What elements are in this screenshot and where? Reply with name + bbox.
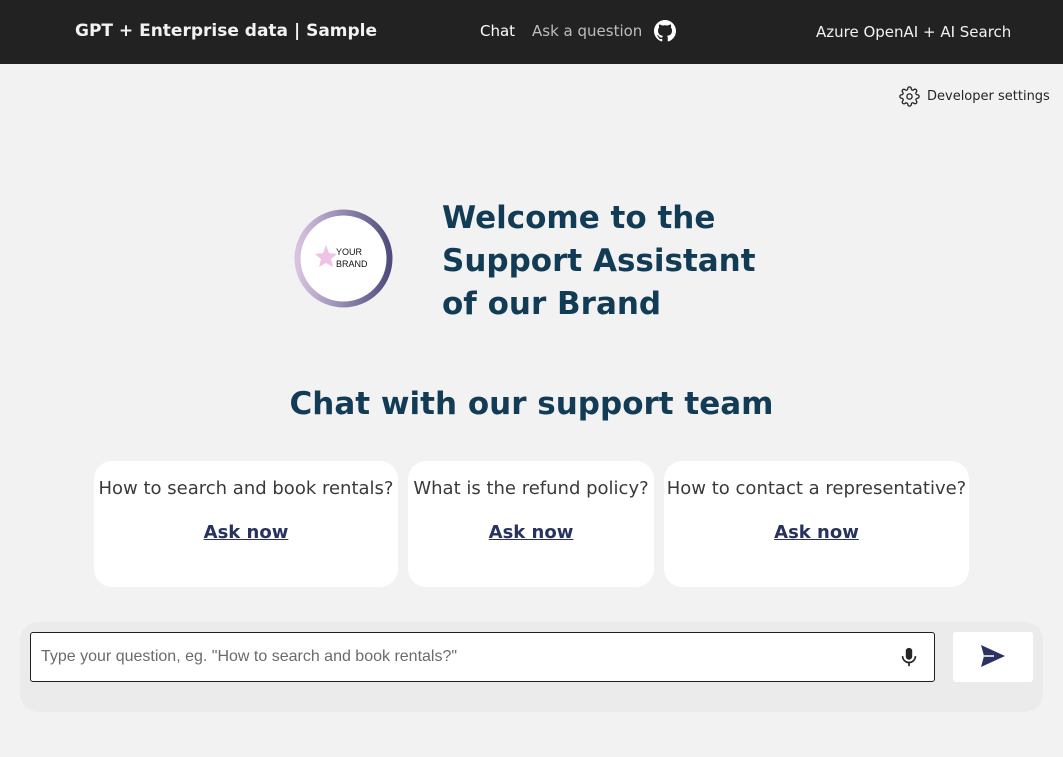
- example-card[interactable]: What is the refund policy? Ask now: [408, 461, 654, 587]
- logo-text-line1: YOUR: [336, 247, 363, 257]
- nav-ask-link[interactable]: Ask a question: [532, 22, 642, 40]
- ask-now-link[interactable]: Ask now: [204, 522, 289, 543]
- welcome-heading: Welcome to the Support Assistant of our …: [442, 200, 756, 322]
- chat-subtitle: Chat with our support team: [289, 386, 774, 422]
- brand-logo: YOUR BRAND: [294, 209, 393, 308]
- ask-now-link[interactable]: Ask now: [489, 522, 574, 543]
- gear-icon: [899, 85, 920, 107]
- send-button[interactable]: [953, 632, 1033, 682]
- top-navbar: GPT + Enterprise data | Sample Chat Ask …: [0, 0, 1063, 64]
- example-card[interactable]: How to search and book rentals? Ask now: [94, 461, 398, 587]
- microphone-icon[interactable]: [898, 645, 920, 669]
- header-right-text: Azure OpenAI + AI Search: [816, 23, 1012, 41]
- question-input[interactable]: [41, 641, 881, 673]
- developer-settings-label: Developer settings: [927, 88, 1050, 104]
- example-question: How to search and book rentals?: [98, 478, 394, 499]
- nav-chat-link[interactable]: Chat: [480, 22, 515, 40]
- github-icon[interactable]: [654, 20, 676, 42]
- developer-settings-button[interactable]: Developer settings: [899, 85, 1050, 107]
- question-input-container[interactable]: [30, 632, 935, 682]
- app-title[interactable]: GPT + Enterprise data | Sample: [75, 21, 377, 41]
- example-question: What is the refund policy?: [413, 478, 649, 499]
- ask-now-link[interactable]: Ask now: [774, 522, 859, 543]
- question-input-panel: [20, 622, 1043, 712]
- logo-text-line2: BRAND: [336, 259, 368, 269]
- example-question: How to contact a representative?: [666, 478, 967, 499]
- example-card[interactable]: How to contact a representative? Ask now: [664, 461, 969, 587]
- send-icon: [981, 645, 1005, 667]
